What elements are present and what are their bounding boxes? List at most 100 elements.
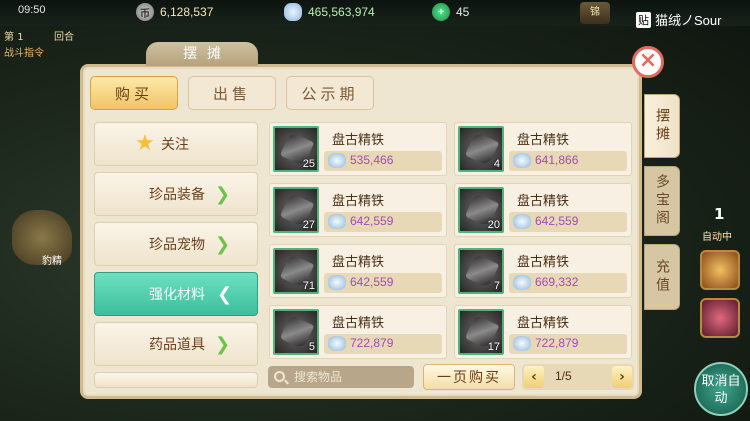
market-item[interactable]: 5 盘古精铁 722,879 — [269, 305, 447, 359]
close-button[interactable]: × — [632, 46, 664, 78]
next-page-button[interactable]: › — [612, 366, 632, 388]
item-qty: 20 — [487, 219, 500, 231]
item-name: 盘古精铁 — [332, 316, 385, 331]
item-qty: 25 — [302, 158, 315, 170]
category-rare-equipment[interactable]: 珍品装备 ❯ — [94, 172, 258, 216]
silver-ingot-icon — [513, 336, 531, 351]
round-suffix: 回合 — [54, 32, 74, 43]
tab-public[interactable]: 公示期 — [286, 76, 374, 110]
category-potions[interactable]: 药品道具 ❯ — [94, 322, 258, 366]
item-qty: 5 — [308, 341, 315, 353]
tab-sell[interactable]: 出售 — [188, 76, 276, 110]
item-name: 盘古精铁 — [332, 255, 385, 270]
market-item[interactable]: 7 盘古精铁 669,332 — [454, 244, 632, 298]
item-thumbnail: 17 — [458, 309, 504, 355]
category-enhance-materials[interactable]: 强化材料 ❮ — [94, 272, 258, 316]
page-indicator: 1/5 — [555, 369, 572, 383]
market-item[interactable]: 25 盘古精铁 535,466 — [269, 122, 447, 176]
prev-page-button[interactable]: ‹ — [524, 366, 544, 388]
category-more[interactable] — [94, 372, 258, 388]
side-tab-treasure-shop[interactable]: 多宝阁 — [644, 166, 680, 236]
item-price: 642,559 — [350, 275, 394, 289]
buy-page-button[interactable]: 一页购买 — [423, 364, 515, 390]
star-icon: ★ — [135, 131, 155, 156]
silver-ingot-icon — [513, 275, 531, 290]
pet-icon[interactable] — [700, 298, 740, 338]
silver-resource: 465,563,974 — [284, 3, 375, 21]
market-item[interactable]: 27 盘古精铁 642,559 — [269, 183, 447, 237]
item-qty: 4 — [493, 158, 500, 170]
gold-value: 6,128,537 — [160, 5, 214, 19]
item-name: 盘古精铁 — [517, 133, 570, 148]
top-badge-button[interactable]: 锦 — [580, 2, 610, 24]
item-price: 535,466 — [350, 153, 394, 167]
item-name: 盘古精铁 — [517, 316, 570, 331]
turn-count: 1 — [714, 205, 725, 223]
battle-command[interactable]: 战斗指令 — [4, 44, 44, 59]
category-label: 珍品装备 — [149, 187, 205, 203]
item-thumbnail: 4 — [458, 126, 504, 172]
item-price: 669,332 — [535, 275, 579, 289]
market-item[interactable]: 71 盘古精铁 642,559 — [269, 244, 447, 298]
item-name: 盘古精铁 — [332, 194, 385, 209]
chevron-right-icon: ❯ — [215, 334, 231, 355]
item-name: 盘古精铁 — [517, 255, 570, 270]
item-price: 641,866 — [535, 153, 579, 167]
silver-ingot-icon — [328, 153, 346, 168]
item-thumbnail: 27 — [273, 187, 319, 233]
item-thumbnail: 5 — [273, 309, 319, 355]
price-bar: 669,332 — [509, 273, 627, 293]
category-favorites[interactable]: ★ 关注 — [94, 122, 258, 166]
jade-resource[interactable]: + 45 — [432, 3, 469, 21]
category-label: 关注 — [161, 137, 189, 153]
round-label: 第 1 — [4, 32, 24, 43]
auto-status: 自动中 — [702, 232, 732, 243]
price-bar: 722,879 — [324, 334, 442, 354]
item-thumbnail: 7 — [458, 248, 504, 294]
price-bar: 722,879 — [509, 334, 627, 354]
chevron-right-icon: ❯ — [215, 234, 231, 255]
top-bar: 09:50 币 6,128,537 465,563,974 + 45 锦 贴 猫… — [0, 0, 750, 29]
category-rare-pets[interactable]: 珍品宠物 ❯ — [94, 222, 258, 266]
silver-ingot-icon — [513, 153, 531, 168]
category-label: 药品道具 — [149, 337, 205, 353]
market-item[interactable]: 20 盘古精铁 642,559 — [454, 183, 632, 237]
category-label: 强化材料 — [149, 287, 205, 303]
silver-value: 465,563,974 — [308, 5, 375, 19]
cancel-auto-button[interactable]: 取消自动 — [694, 362, 748, 416]
item-price: 722,879 — [535, 336, 579, 350]
price-bar: 535,466 — [324, 151, 442, 171]
search-input[interactable]: 搜索物品 — [268, 366, 414, 388]
item-qty: 7 — [493, 280, 500, 292]
market-item[interactable]: 17 盘古精铁 722,879 — [454, 305, 632, 359]
battle-hud: 第 1 回合 战斗指令 — [0, 26, 80, 59]
watermark-text: 猫绒ノSour — [655, 13, 722, 28]
price-bar: 642,559 — [324, 212, 442, 232]
price-bar: 642,559 — [324, 273, 442, 293]
silver-ingot-icon — [328, 336, 346, 351]
gold-coin-icon: 币 — [136, 3, 154, 21]
silver-ingot-icon — [513, 214, 531, 229]
jade-value: 45 — [456, 5, 470, 19]
status-time: 09:50 — [18, 4, 46, 16]
item-name: 盘古精铁 — [332, 133, 385, 148]
market-item[interactable]: 4 盘古精铁 641,866 — [454, 122, 632, 176]
item-price: 722,879 — [350, 336, 394, 350]
skill-icon[interactable] — [700, 250, 740, 290]
side-tab-recharge[interactable]: 充值 — [644, 244, 680, 310]
tab-buy[interactable]: 购买 — [90, 76, 178, 110]
item-qty: 27 — [302, 219, 315, 231]
gold-resource: 币 6,128,537 — [136, 3, 213, 21]
category-label: 珍品宠物 — [149, 237, 205, 253]
chevron-left-icon: ❮ — [217, 284, 233, 305]
item-qty: 71 — [302, 280, 315, 292]
item-thumbnail: 20 — [458, 187, 504, 233]
panel-title: 摆摊 — [146, 42, 258, 66]
item-thumbnail: 25 — [273, 126, 319, 172]
search-icon — [274, 371, 285, 382]
item-thumbnail: 71 — [273, 248, 319, 294]
watermark: 贴 猫绒ノSour — [636, 10, 721, 29]
jade-icon: + — [432, 3, 450, 21]
side-tab-stall[interactable]: 摆摊 — [644, 94, 680, 158]
price-bar: 641,866 — [509, 151, 627, 171]
